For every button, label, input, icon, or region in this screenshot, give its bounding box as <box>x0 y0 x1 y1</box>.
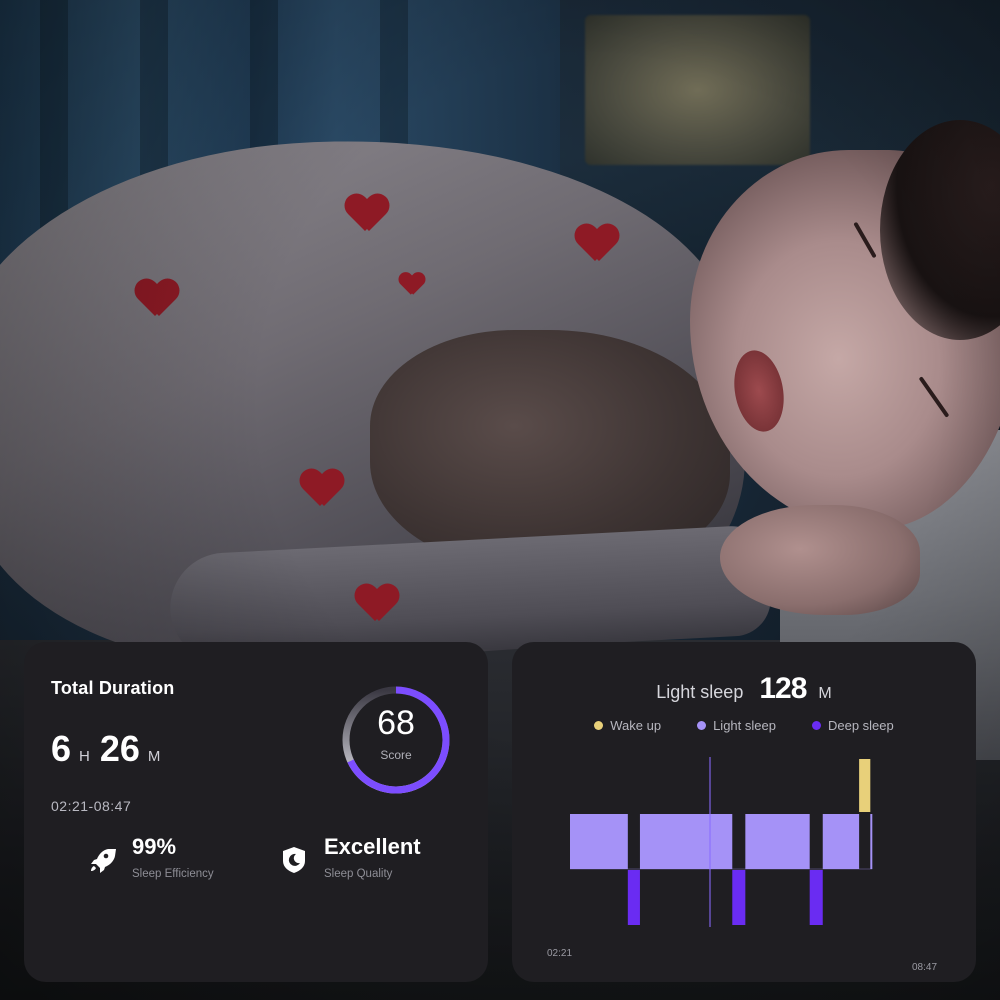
duration-hours-unit: H <box>79 748 90 765</box>
stage-bar-deep <box>627 870 640 925</box>
score-ring: 68 Score <box>338 682 454 798</box>
rocket-icon <box>91 849 116 873</box>
total-duration-title: Total Duration <box>51 678 175 698</box>
stage-bar-light <box>745 814 810 869</box>
chart-end-time: 08:47 <box>912 962 938 973</box>
total-duration-value: 6 H 26 M <box>51 728 170 770</box>
sleep-efficiency: 99% Sleep Efficiency <box>86 834 214 880</box>
sleep-stages-card: Light sleep 128 M Wake up Light sleep De… <box>512 642 976 982</box>
duration-minutes: 26 <box>99 728 140 769</box>
duration-minutes-unit: M <box>147 748 161 765</box>
chart-start-time: 02:21 <box>547 948 573 959</box>
stage-bar-light <box>822 814 860 869</box>
moon-shield-icon <box>283 847 305 873</box>
score-label: Score <box>380 748 412 762</box>
duration-hours: 6 <box>51 728 72 769</box>
stage-bar-deep <box>809 870 823 925</box>
efficiency-value: 99% <box>132 834 177 859</box>
stage-bar-light <box>639 814 733 869</box>
quality-label: Sleep Quality <box>324 868 393 880</box>
sleep-summary-card: Total Duration 6 H 26 M 02:21-08:47 68 S… <box>24 642 488 982</box>
sleep-stage-chart <box>570 757 873 927</box>
stage-bar-light <box>870 814 873 869</box>
stage-bar-wake <box>859 759 871 812</box>
stage-bar-light <box>570 814 628 869</box>
sleep-time-range: 02:21-08:47 <box>51 798 132 814</box>
score-value: 68 <box>377 704 415 742</box>
sleep-quality: Excellent Sleep Quality <box>278 834 421 880</box>
efficiency-label: Sleep Efficiency <box>132 868 214 880</box>
quality-value: Excellent <box>324 834 421 859</box>
stage-bar-deep <box>732 870 746 925</box>
